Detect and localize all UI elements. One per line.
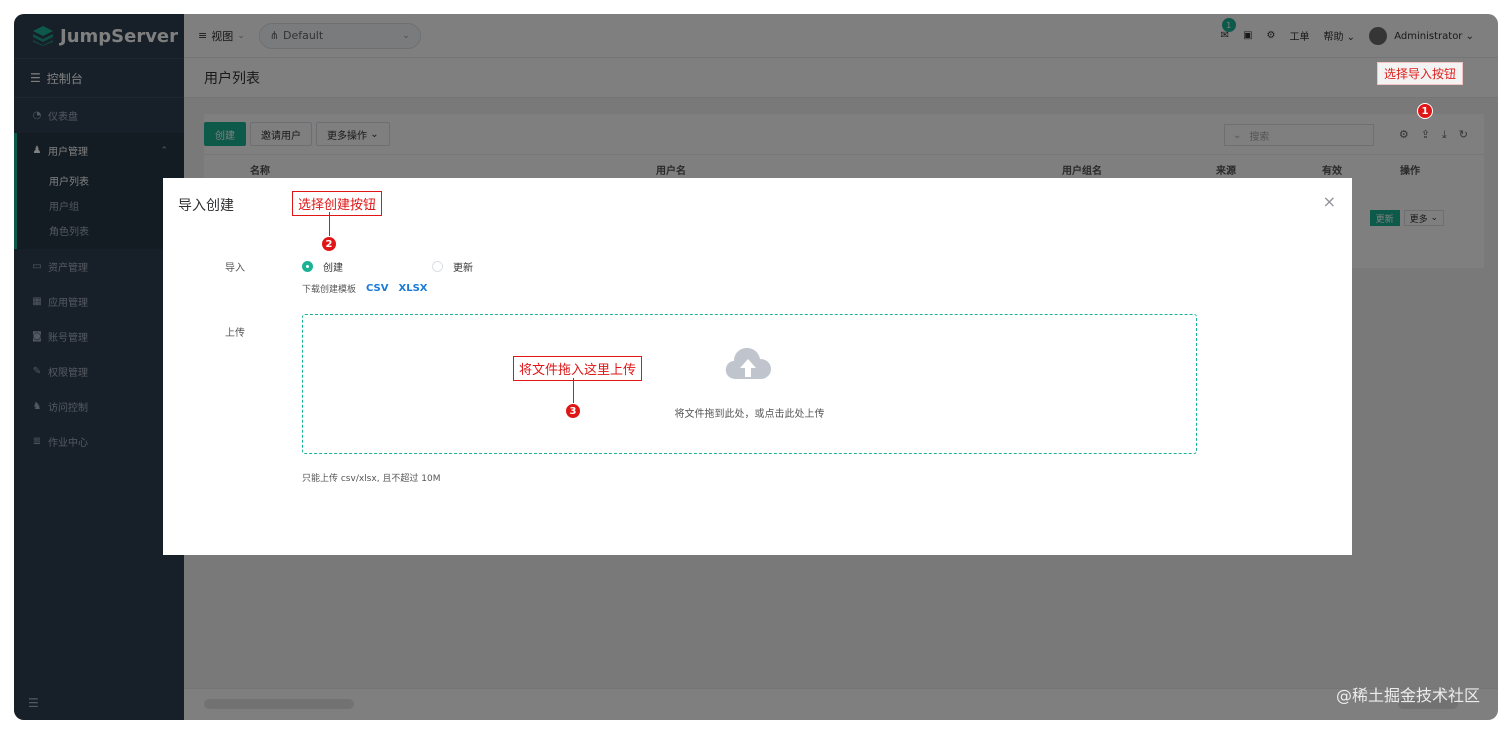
watermark: @稀土掘金技术社区 [1335,686,1480,705]
annotation-step-3-badge: 3 [565,403,581,419]
cloud-upload-icon [725,348,771,379]
close-icon[interactable]: × [1323,192,1336,211]
upload-hint: 将文件拖到此处，或点击此处上传 [674,409,825,420]
upload-limit-tip: 只能上传 csv/xlsx, 且不超过 10M [302,474,441,484]
radio-unselected-icon [432,261,443,272]
download-xlsx-link[interactable]: XLSX [398,283,427,294]
upload-dropzone[interactable]: 将文件拖到此处，或点击此处上传 [302,314,1197,454]
annotation-step-2-text: 选择创建按钮 [292,191,383,216]
upload-label: 上传 [225,328,245,339]
radio-selected-icon [302,261,313,272]
annotation-step-1-text: 选择导入按钮 [1377,62,1464,85]
import-label: 导入 [225,263,245,274]
app-window: JumpServer ☰ 控制台 ◔ 仪表盘 ♟ 用户管理 ⌃ 用户列表 用户组… [14,14,1498,720]
annotation-step-2-badge: 2 [321,236,337,252]
radio-create[interactable]: 创建 [302,259,343,274]
template-text: 下载创建模板 [302,285,357,295]
radio-update-label: 更新 [453,263,473,274]
radio-create-label: 创建 [323,263,343,274]
annotation-step-1-badge: 1 [1417,103,1433,119]
template-download: 下载创建模板 CSV XLSX [302,282,427,295]
radio-update[interactable]: 更新 [432,259,473,274]
annotation-step-3-line [573,378,574,403]
annotation-step-3-text: 将文件拖入这里上传 [513,356,643,381]
dialog-title: 导入创建 [178,198,234,214]
import-dialog: 导入创建 × 导入 创建 更新 下载创建模板 CSV XLSX 上传 将文件拖到… [163,178,1352,555]
download-csv-link[interactable]: CSV [366,283,388,294]
annotation-step-2-line [329,212,330,236]
